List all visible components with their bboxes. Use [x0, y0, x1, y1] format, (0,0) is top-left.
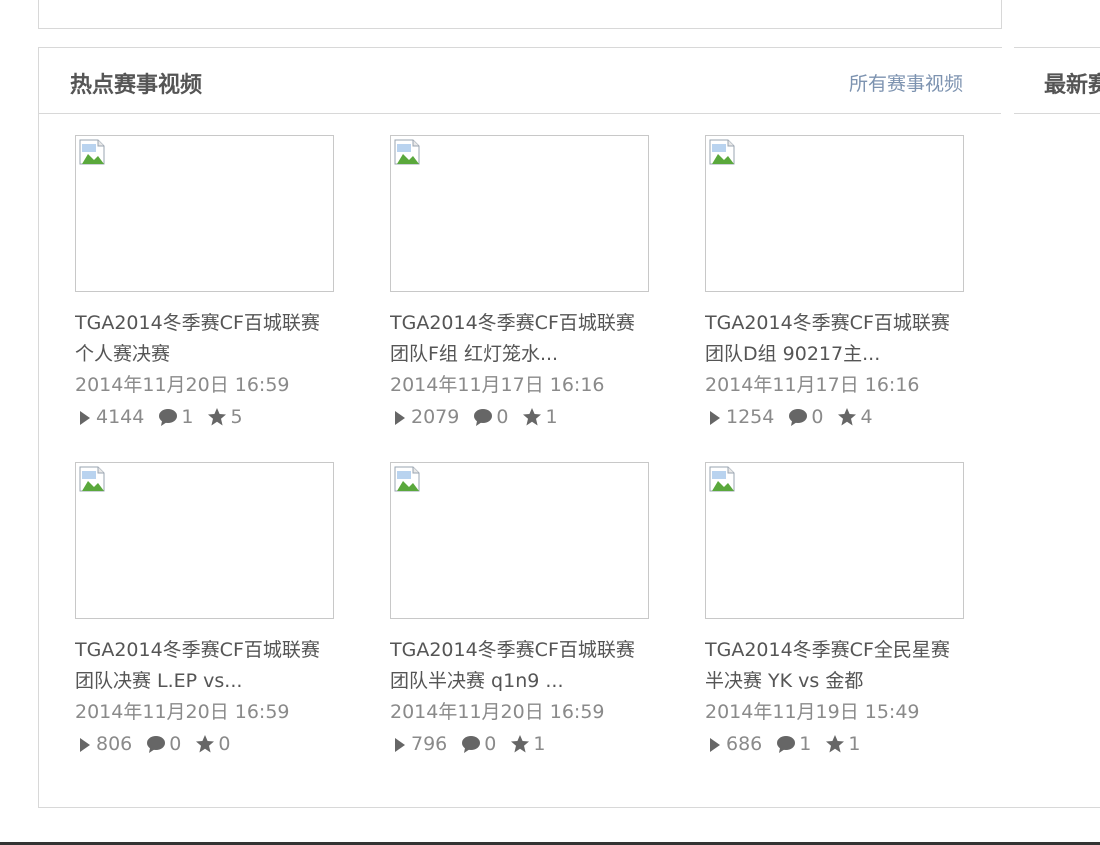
broken-image-icon: [79, 139, 105, 165]
broken-image-icon: [79, 466, 105, 492]
video-thumbnail[interactable]: [390, 135, 649, 292]
favorite-count: 0: [195, 733, 230, 755]
video-title[interactable]: TGA2014冬季赛CF百城联赛 团队F组 红灯笼水...: [390, 308, 660, 370]
play-icon: [80, 737, 90, 752]
star-icon: [838, 407, 857, 425]
video-thumbnail[interactable]: [705, 462, 964, 619]
favorite-count: 1: [510, 733, 545, 755]
video-date: 2014年11月20日 16:59: [75, 701, 290, 723]
video-card[interactable]: TGA2014冬季赛CF百城联赛 团队D组 90217主... 2014年11月…: [705, 135, 975, 432]
play-count-value: 4144: [96, 405, 145, 428]
favorite-count-value: 4: [860, 405, 873, 428]
video-date: 2014年11月17日 16:16: [705, 374, 920, 396]
video-thumbnail[interactable]: [705, 135, 964, 292]
comment-count-value: 0: [496, 405, 509, 428]
video-thumbnail[interactable]: [75, 462, 334, 619]
broken-image-icon: [709, 466, 735, 492]
video-stats: 806 0 0: [75, 728, 345, 759]
comment-count-value: 0: [484, 732, 497, 755]
play-count-value: 796: [411, 732, 448, 755]
play-count: 2079: [390, 406, 459, 428]
play-count-value: 806: [96, 732, 133, 755]
comment-count: 0: [146, 733, 181, 755]
play-icon: [80, 410, 90, 425]
previous-panel: [38, 0, 1002, 29]
video-card[interactable]: TGA2014冬季赛CF百城联赛 团队决赛 L.EP vs... 2014年11…: [75, 462, 345, 759]
play-count-value: 686: [726, 732, 763, 755]
play-icon: [395, 410, 405, 425]
star-icon: [511, 734, 530, 752]
favorite-count: 1: [522, 405, 558, 428]
video-date: 2014年11月17日 16:16: [390, 374, 605, 396]
side-section-title: 最新赛: [1044, 72, 1100, 98]
play-count: 1254: [705, 406, 774, 428]
hot-match-videos-panel: 热点赛事视频 所有赛事视频 最新赛 TGA2014冬季赛CF百城联赛 个人赛决赛…: [38, 47, 1100, 808]
comment-bubble-icon: [159, 408, 178, 426]
play-count: 4144: [75, 406, 144, 428]
broken-image-icon: [709, 139, 735, 165]
play-icon: [710, 410, 720, 425]
video-card[interactable]: TGA2014冬季赛CF百城联赛 个人赛决赛 2014年11月20日 16:59…: [75, 135, 345, 432]
video-card[interactable]: TGA2014冬季赛CF百城联赛 团队F组 红灯笼水... 2014年11月17…: [390, 135, 660, 432]
comment-count: 0: [461, 733, 496, 755]
play-icon: [395, 737, 405, 752]
video-thumbnail[interactable]: [75, 135, 334, 292]
video-stats: 686 1 1: [705, 728, 975, 759]
video-title[interactable]: TGA2014冬季赛CF百城联赛 个人赛决赛: [75, 308, 345, 370]
favorite-count-value: 1: [848, 732, 861, 755]
star-icon: [826, 734, 845, 752]
play-count: 806: [75, 733, 132, 755]
video-stats: 2079 0 1: [390, 401, 660, 432]
favorite-count: 1: [825, 733, 860, 755]
favorite-count-value: 1: [545, 405, 558, 428]
play-icon: [710, 737, 720, 752]
video-date: 2014年11月19日 15:49: [705, 701, 920, 723]
comment-bubble-icon: [462, 735, 481, 753]
comment-count-value: 1: [799, 732, 812, 755]
comment-count-value: 0: [811, 405, 824, 428]
broken-image-icon: [394, 139, 420, 165]
broken-image-icon: [394, 466, 420, 492]
play-count: 796: [390, 733, 447, 755]
video-date: 2014年11月20日 16:59: [75, 374, 290, 396]
comment-bubble-icon: [789, 408, 808, 426]
favorite-count-value: 1: [533, 732, 546, 755]
comment-bubble-icon: [474, 408, 493, 426]
header-gap: [1002, 47, 1014, 114]
side-header-divider: [1014, 113, 1100, 114]
header-divider: [39, 113, 1001, 114]
video-title[interactable]: TGA2014冬季赛CF百城联赛 团队决赛 L.EP vs...: [75, 635, 345, 697]
video-title[interactable]: TGA2014冬季赛CF百城联赛 团队D组 90217主...: [705, 308, 975, 370]
comment-bubble-icon: [147, 735, 166, 753]
video-thumbnail[interactable]: [390, 462, 649, 619]
video-card[interactable]: TGA2014冬季赛CF全民星赛 半决赛 YK vs 金都 2014年11月19…: [705, 462, 975, 759]
video-stats: 1254 0 4: [705, 401, 975, 432]
favorite-count-value: 5: [230, 405, 243, 428]
comment-count: 1: [158, 406, 193, 428]
comment-count: 0: [473, 406, 508, 428]
video-stats: 4144 1 5: [75, 401, 345, 432]
comment-bubble-icon: [777, 735, 796, 753]
play-count-value: 1254: [726, 405, 775, 428]
section-title: 热点赛事视频: [70, 72, 203, 98]
comment-count: 1: [776, 733, 811, 755]
star-icon: [523, 407, 542, 425]
comment-count-value: 1: [181, 405, 194, 428]
star-icon: [196, 734, 215, 752]
comment-count: 0: [788, 406, 823, 428]
video-card[interactable]: TGA2014冬季赛CF百城联赛 团队半决赛 q1n9 ... 2014年11月…: [390, 462, 660, 759]
all-match-videos-link[interactable]: 所有赛事视频: [849, 69, 963, 96]
play-count-value: 2079: [411, 405, 460, 428]
video-stats: 796 0 1: [390, 728, 660, 759]
favorite-count: 5: [207, 405, 243, 428]
video-title[interactable]: TGA2014冬季赛CF百城联赛 团队半决赛 q1n9 ...: [390, 635, 660, 697]
video-date: 2014年11月20日 16:59: [390, 701, 605, 723]
star-icon: [208, 407, 227, 425]
video-title[interactable]: TGA2014冬季赛CF全民星赛 半决赛 YK vs 金都: [705, 635, 975, 697]
favorite-count: 4: [837, 405, 873, 428]
play-count: 686: [705, 733, 762, 755]
comment-count-value: 0: [169, 732, 182, 755]
favorite-count-value: 0: [218, 732, 231, 755]
